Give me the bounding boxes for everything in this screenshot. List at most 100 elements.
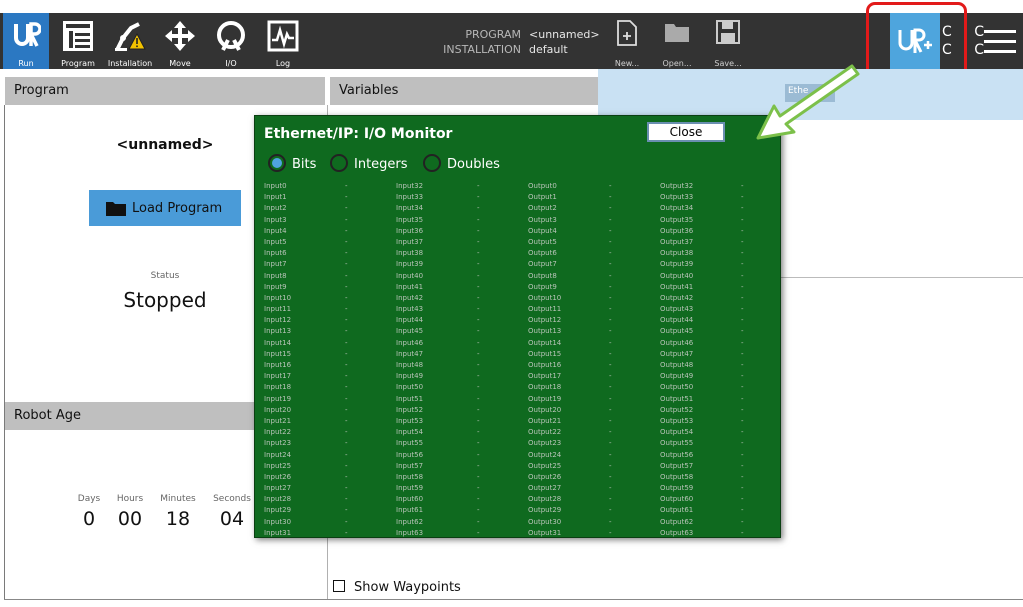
show-waypoints-checkbox[interactable]: Show Waypoints: [333, 580, 461, 595]
io-row: Output49 -: [660, 372, 780, 383]
radio-bits[interactable]: Bits: [268, 154, 316, 172]
io-signal-name: Input18: [264, 383, 292, 392]
io-row: Output33 -: [660, 193, 780, 204]
io-signal-value: -: [609, 495, 612, 504]
io-signal-value: -: [345, 506, 348, 515]
io-row: Output58 -: [660, 472, 780, 484]
io-signal-value: -: [345, 461, 348, 470]
io-signal-value: -: [345, 305, 348, 314]
nav-io-tab[interactable]: I/O: [206, 13, 256, 69]
io-row: Output14 -: [528, 339, 660, 350]
io-signal-value: -: [741, 372, 744, 381]
load-program-label: Load Program: [132, 201, 223, 216]
program-info-labels: PROGRAM INSTALLATION: [440, 27, 521, 57]
io-signal-name: Input4: [264, 226, 287, 235]
io-signal-value: -: [741, 204, 744, 213]
radio-bits-icon[interactable]: [268, 154, 286, 172]
io-signal-name: Input37: [396, 237, 424, 246]
io-signal-name: Output24: [528, 450, 562, 459]
io-signal-value: -: [609, 405, 612, 414]
io-signal-name: Output20: [528, 405, 562, 414]
variables-panel-title: Variables: [330, 77, 598, 105]
io-signal-name: Output42: [660, 293, 694, 302]
radio-doubles[interactable]: Doubles: [423, 154, 500, 172]
io-signal-value: -: [609, 305, 612, 314]
age-hours-value: 00: [117, 508, 143, 530]
radio-integers[interactable]: Integers: [330, 154, 408, 172]
io-row: Input63 -: [396, 529, 528, 537]
io-signal-value: -: [477, 282, 480, 291]
nav-log-tab[interactable]: Log: [258, 13, 308, 69]
load-program-button[interactable]: Load Program: [89, 190, 241, 226]
io-signal-name: Output13: [528, 327, 562, 336]
save-file-button[interactable]: Save...: [703, 13, 753, 69]
io-row: Output9 -: [528, 283, 660, 294]
io-row: Input24 -: [264, 451, 396, 462]
io-signal-name: Output58: [660, 472, 694, 481]
io-row: Input47 -: [396, 350, 528, 361]
open-file-label: Open...: [662, 59, 692, 68]
program-tree-icon: [63, 21, 93, 51]
io-signal-name: Input36: [396, 226, 424, 235]
io-signal-value: -: [345, 495, 348, 504]
io-row: Input61 -: [396, 506, 528, 517]
close-button[interactable]: Close: [647, 122, 725, 142]
io-row: Input31 -: [264, 529, 396, 537]
io-signal-value: -: [741, 237, 744, 246]
io-signal-value: -: [609, 461, 612, 470]
io-row: Output28 -: [528, 495, 660, 506]
io-signal-name: Output26: [528, 472, 562, 481]
io-signal-value: -: [741, 305, 744, 314]
io-signal-name: Output21: [528, 416, 562, 425]
io-signal-value: -: [741, 461, 744, 470]
io-signal-value: -: [741, 416, 744, 425]
radio-doubles-icon[interactable]: [423, 154, 441, 172]
io-signal-name: Input8: [264, 271, 287, 280]
io-signal-value: -: [345, 472, 348, 481]
new-file-button[interactable]: New...: [602, 13, 652, 69]
io-row: Output3 -: [528, 216, 660, 227]
io-signal-name: Output44: [660, 316, 694, 325]
radio-integers-icon[interactable]: [330, 154, 348, 172]
io-row: Output40 -: [660, 272, 780, 283]
io-signal-value: -: [609, 282, 612, 291]
io-signal-value: -: [741, 428, 744, 437]
io-row: Output34 -: [660, 204, 780, 215]
io-row: Input40 -: [396, 272, 528, 283]
io-row: Input56 -: [396, 451, 528, 462]
io-row: Input60 -: [396, 495, 528, 506]
io-signal-value: -: [741, 182, 744, 190]
nav-run-tab[interactable]: Run: [3, 13, 49, 69]
io-signal-name: Output6: [528, 249, 557, 258]
io-signal-value: -: [345, 316, 348, 325]
radio-integers-label: Integers: [354, 157, 408, 172]
nav-move-tab[interactable]: Move: [155, 13, 205, 69]
io-signal-value: -: [477, 405, 480, 414]
io-row: Output16 -: [528, 361, 660, 372]
io-signal-name: Input47: [396, 349, 424, 358]
io-signal-value: -: [477, 472, 480, 481]
io-signal-name: Input59: [396, 484, 424, 493]
io-row: Input4 -: [264, 227, 396, 238]
io-signal-name: Output30: [528, 517, 562, 526]
hamburger-menu-icon[interactable]: [984, 30, 1016, 54]
io-signal-value: -: [477, 237, 480, 246]
io-signal-value: -: [609, 316, 612, 325]
io-signal-value: -: [741, 506, 744, 515]
right-divider: [780, 277, 1023, 278]
open-file-button[interactable]: Open...: [652, 13, 702, 69]
io-row: Output39 -: [660, 260, 780, 271]
io-row: Output59 -: [660, 484, 780, 495]
io-signal-name: Output8: [528, 271, 557, 280]
io-column-outputs-low: Output0 - Output1 - Output2 - Output3 - Output4 -…: [528, 182, 660, 537]
nav-installation-tab[interactable]: Installation: [105, 13, 155, 69]
io-signal-name: Input40: [396, 271, 424, 280]
io-signal-name: Output43: [660, 305, 694, 314]
io-signal-value: -: [345, 405, 348, 414]
io-signal-value: -: [345, 372, 348, 381]
io-signal-value: -: [477, 484, 480, 493]
checkbox-box[interactable]: [333, 580, 345, 592]
io-signal-value: -: [345, 338, 348, 347]
nav-program-tab[interactable]: Program: [53, 13, 103, 69]
io-row: Input25 -: [264, 462, 396, 473]
